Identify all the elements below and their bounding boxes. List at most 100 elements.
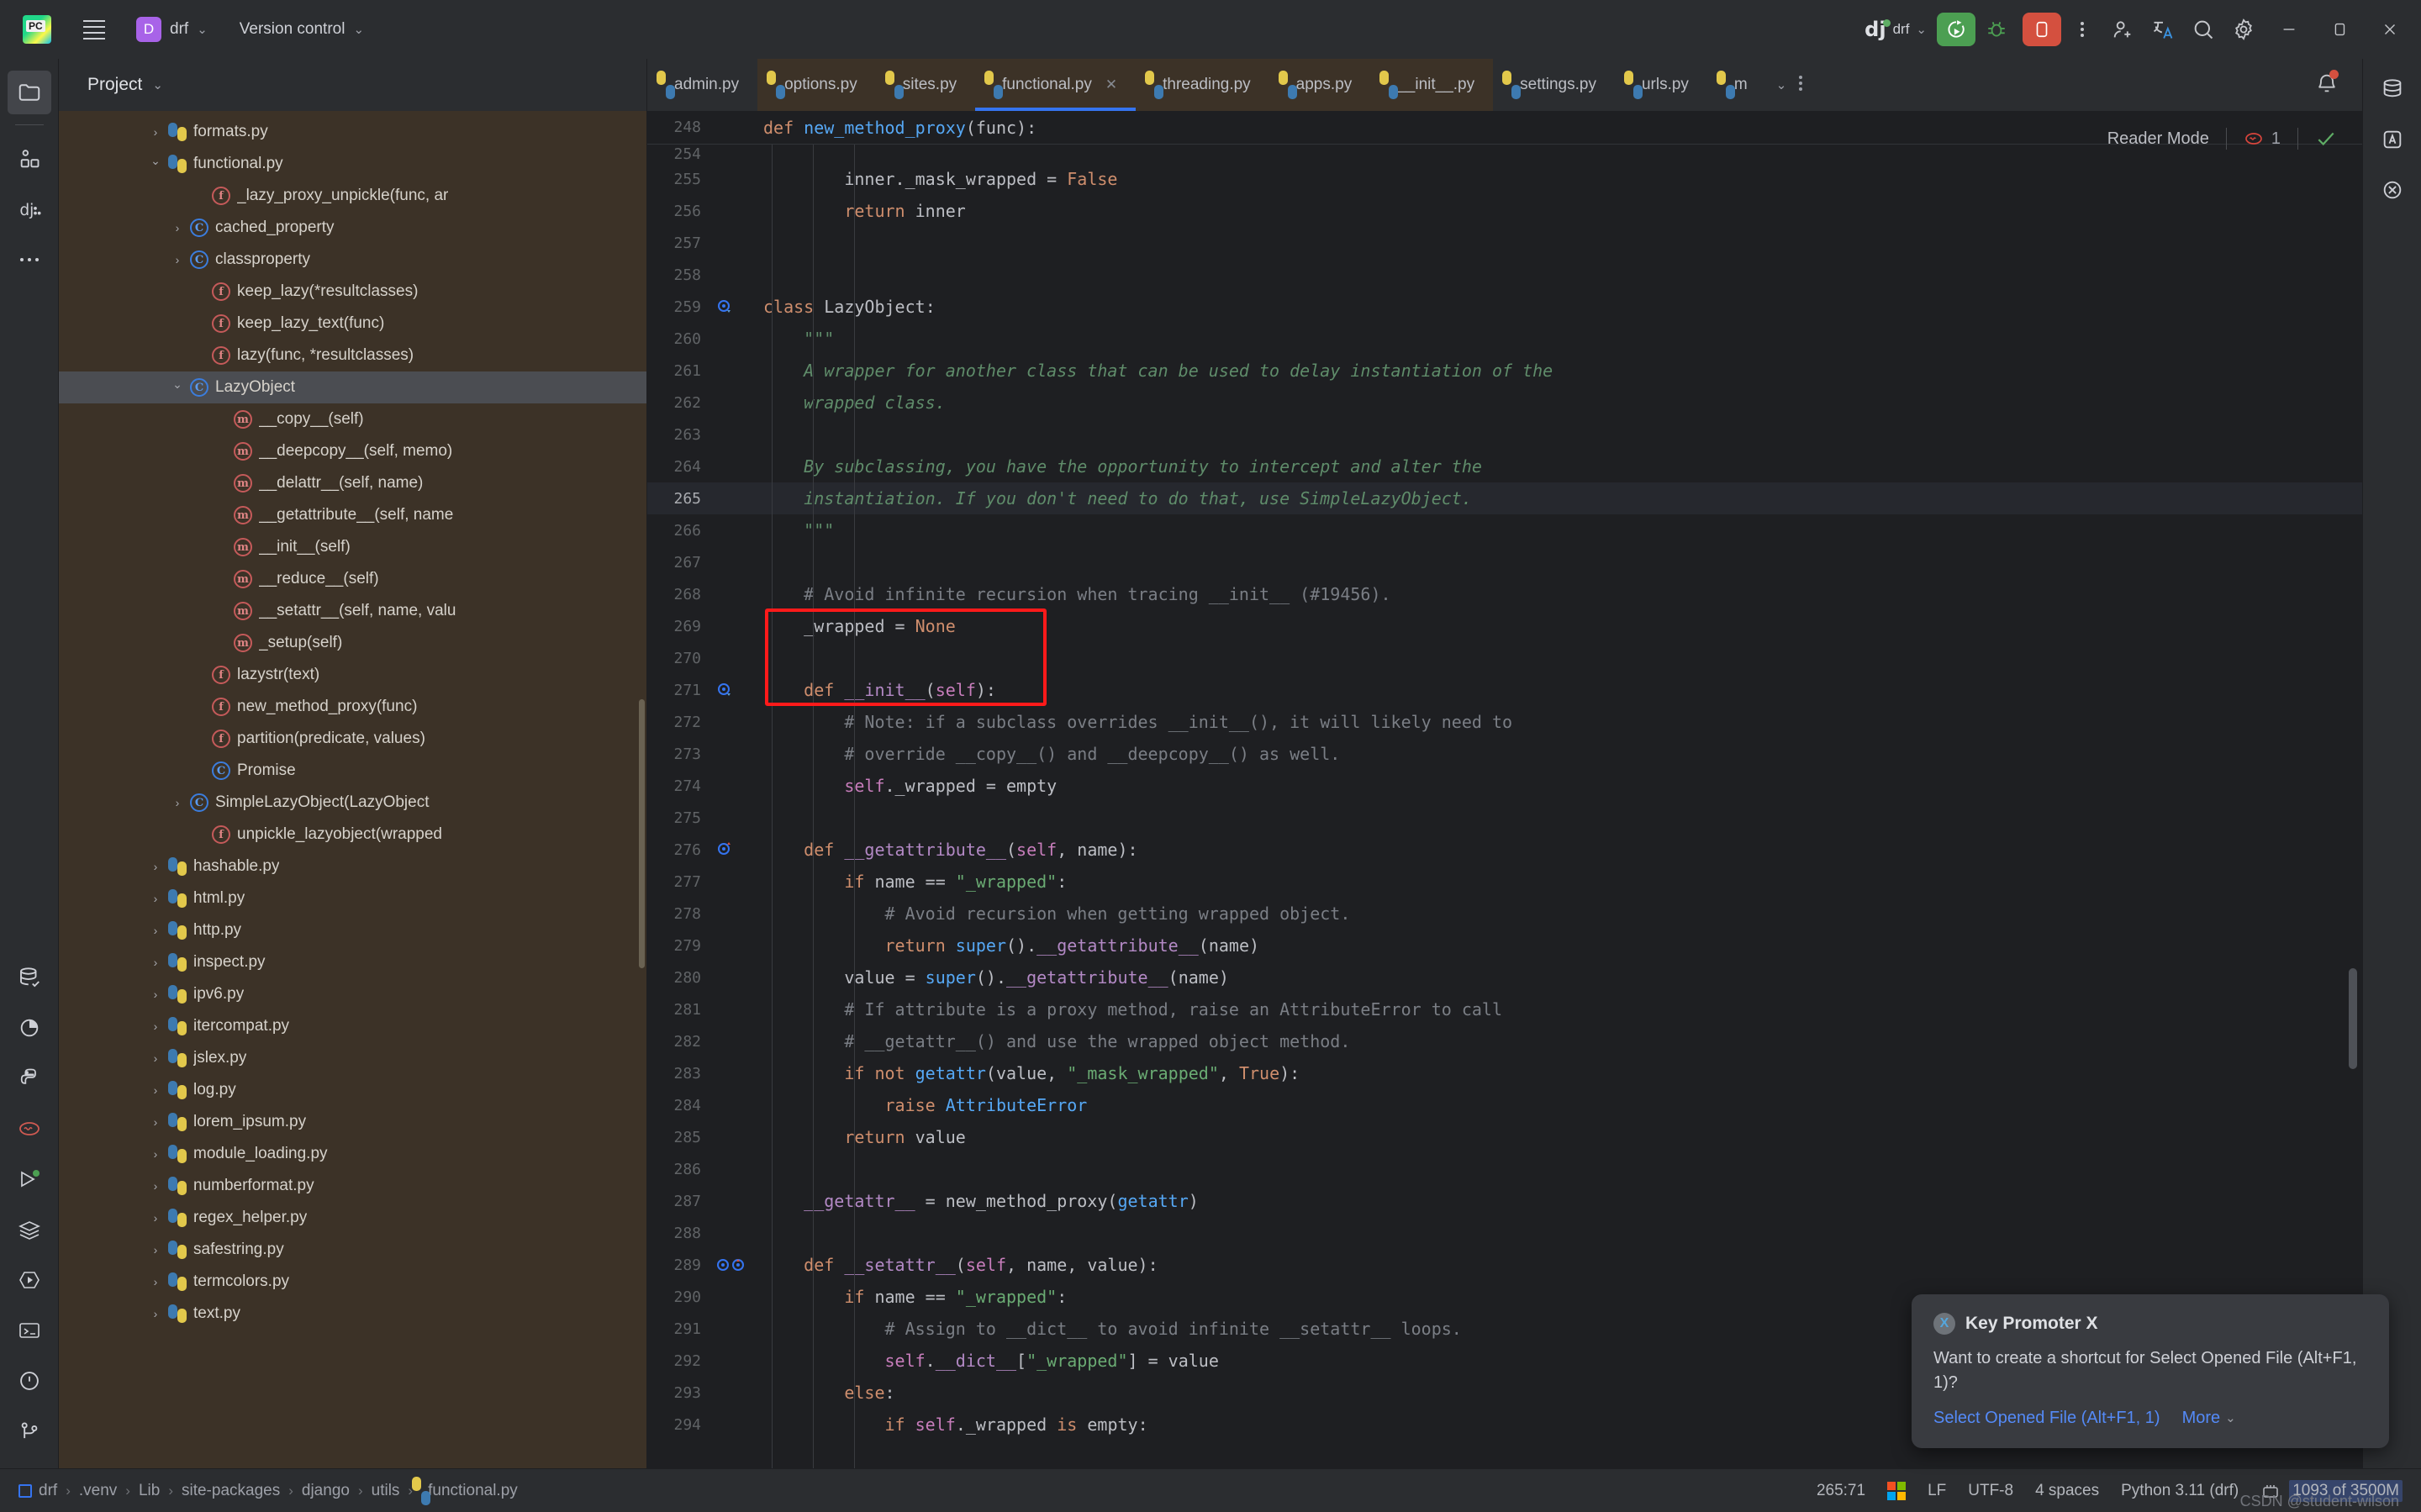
tree-item[interactable]: m __init__(self) <box>59 531 646 563</box>
editor-tab[interactable]: threading.py <box>1136 59 1269 111</box>
chevron-right-icon[interactable] <box>146 1020 165 1032</box>
chevron-down-icon[interactable]: ⌄ <box>152 79 163 92</box>
checkmark-icon[interactable] <box>2315 129 2337 148</box>
tree-item[interactable]: m __reduce__(self) <box>59 563 646 595</box>
ai-icon[interactable] <box>2371 118 2414 161</box>
python-icon[interactable] <box>8 1056 51 1100</box>
layers-icon[interactable] <box>8 1208 51 1251</box>
code-line[interactable]: 260 """ <box>647 323 2362 355</box>
translate-icon[interactable] <box>2144 11 2182 48</box>
gutter-markers[interactable] <box>713 680 763 700</box>
terminal-icon[interactable] <box>8 1309 51 1352</box>
tree-item[interactable]: jslex.py <box>59 1042 646 1074</box>
code-line[interactable]: 267 <box>647 546 2362 578</box>
tree-item[interactable]: C Promise <box>59 755 646 787</box>
django-icon[interactable]: dj <box>8 187 51 231</box>
play-icon[interactable] <box>8 1157 51 1201</box>
tree-item[interactable]: f lazy(func, *resultclasses) <box>59 340 646 371</box>
tree-item[interactable]: safestring.py <box>59 1234 646 1266</box>
gutter-markers[interactable] <box>713 297 763 317</box>
tree-item[interactable]: itercompat.py <box>59 1010 646 1042</box>
tree-item[interactable]: termcolors.py <box>59 1266 646 1298</box>
tree-item[interactable]: m __copy__(self) <box>59 403 646 435</box>
tree-item[interactable]: http.py <box>59 914 646 946</box>
code-line[interactable]: 281 # If attribute is a proxy method, ra… <box>647 993 2362 1025</box>
tree-item[interactable]: ipv6.py <box>59 978 646 1010</box>
tree-item[interactable]: inspect.py <box>59 946 646 978</box>
tree-item[interactable]: html.py <box>59 882 646 914</box>
code-line[interactable]: 259 class LazyObject: <box>647 291 2362 323</box>
database-icon[interactable] <box>2371 67 2414 111</box>
code-line[interactable]: 285 return value <box>647 1121 2362 1153</box>
code-line[interactable]: 261 A wrapper for another class that can… <box>647 355 2362 387</box>
code-line[interactable]: 265 instantiation. If you don't need to … <box>647 482 2362 514</box>
structure-icon[interactable] <box>8 137 51 181</box>
more-dropdown[interactable]: More ⌄ <box>2182 1409 2236 1428</box>
code-line[interactable]: 262 wrapped class. <box>647 387 2362 419</box>
database-icon[interactable] <box>8 956 51 999</box>
code-line[interactable]: 277 if name == "_wrapped": <box>647 866 2362 898</box>
editor-tab[interactable]: settings.py <box>1493 59 1615 111</box>
code-line[interactable]: 272 # Note: if a subclass overrides __in… <box>647 706 2362 738</box>
console-play-icon[interactable] <box>8 1258 51 1302</box>
chevron-right-icon[interactable] <box>168 254 187 266</box>
chevron-right-icon[interactable] <box>168 222 187 234</box>
tree-item[interactable]: text.py <box>59 1298 646 1330</box>
chevron-right-icon[interactable] <box>146 1084 165 1096</box>
chevron-right-icon[interactable] <box>168 797 187 809</box>
code-line[interactable]: 271 def __init__(self): <box>647 674 2362 706</box>
breadcrumb-item[interactable]: django <box>302 1482 350 1500</box>
chevron-down-icon[interactable] <box>168 382 187 393</box>
add-user-icon[interactable] <box>2103 11 2142 48</box>
code-line[interactable]: 286 <box>647 1153 2362 1185</box>
ellipsis-icon[interactable] <box>8 238 51 282</box>
interpreter[interactable]: Python 3.11 (drf) <box>2121 1482 2239 1500</box>
tree-item[interactable]: CSimpleLazyObject(LazyObject <box>59 787 646 819</box>
chevron-right-icon[interactable] <box>146 1052 165 1064</box>
code-line[interactable]: 288 <box>647 1217 2362 1249</box>
editor-vertical-scrollbar[interactable] <box>2349 968 2357 1069</box>
chevron-right-icon[interactable] <box>146 956 165 968</box>
project-tree-scrollbar[interactable] <box>639 699 645 968</box>
tree-item[interactable]: f keep_lazy_text(func) <box>59 308 646 340</box>
debug-button[interactable] <box>1977 11 2016 48</box>
code-line[interactable]: 266 """ <box>647 514 2362 546</box>
code-line[interactable]: 264 By subclassing, you have the opportu… <box>647 450 2362 482</box>
code-line[interactable]: 287 __getattr__ = new_method_proxy(getat… <box>647 1185 2362 1217</box>
chevron-right-icon[interactable] <box>146 1148 165 1160</box>
code-line[interactable]: 283 if not getattr(value, "_mask_wrapped… <box>647 1057 2362 1089</box>
tree-item[interactable]: m __deepcopy__(self, memo) <box>59 435 646 467</box>
chevron-right-icon[interactable] <box>146 861 165 872</box>
search-icon[interactable] <box>2184 11 2223 48</box>
tree-item[interactable]: formats.py <box>59 116 646 148</box>
squiggle-icon[interactable] <box>8 1107 51 1151</box>
pie-chart-icon[interactable] <box>8 1006 51 1050</box>
chevron-down-icon[interactable] <box>146 158 165 170</box>
project-tree[interactable]: formats.pyfunctional.pyf_lazy_proxy_unpi… <box>59 111 646 1468</box>
breadcrumb-item[interactable]: utils <box>372 1482 400 1500</box>
tree-item[interactable]: m __delattr__(self, name) <box>59 467 646 499</box>
editor-tab[interactable]: admin.py <box>647 59 757 111</box>
project-selector[interactable]: D drf ⌄ <box>129 13 214 45</box>
tree-item[interactable]: hashable.py <box>59 851 646 882</box>
code-line[interactable]: 255 inner._mask_wrapped = False <box>647 163 2362 195</box>
breadcrumb-item[interactable]: Lib <box>139 1482 160 1500</box>
select-opened-file-link[interactable]: Select Opened File (Alt+F1, 1) <box>1933 1409 2160 1428</box>
code-line[interactable]: 258 <box>647 259 2362 291</box>
code-line[interactable]: 256 return inner <box>647 195 2362 227</box>
code-line[interactable]: 274 self._wrapped = empty <box>647 770 2362 802</box>
tree-item[interactable]: functional.py <box>59 148 646 180</box>
code-line[interactable]: 257 <box>647 227 2362 259</box>
gear-icon[interactable] <box>2224 11 2263 48</box>
code-line[interactable]: 278 # Avoid recursion when getting wrapp… <box>647 898 2362 930</box>
code-editor[interactable]: 248 def new_method_proxy(func): 254 255 i… <box>647 111 2362 1468</box>
code-line[interactable]: 273 # override __copy__() and __deepcopy… <box>647 738 2362 770</box>
tree-item[interactable]: log.py <box>59 1074 646 1106</box>
editor-tab[interactable]: sites.py <box>875 59 976 111</box>
code-line[interactable]: 279 return super().__getattribute__(name… <box>647 930 2362 961</box>
tree-item[interactable]: f partition(predicate, values) <box>59 723 646 755</box>
branch-icon[interactable] <box>8 1409 51 1453</box>
breadcrumb-item[interactable]: drf <box>18 1482 57 1500</box>
code-line[interactable]: 282 # __getattr__() and use the wrapped … <box>647 1025 2362 1057</box>
stop-button[interactable] <box>2023 13 2061 46</box>
